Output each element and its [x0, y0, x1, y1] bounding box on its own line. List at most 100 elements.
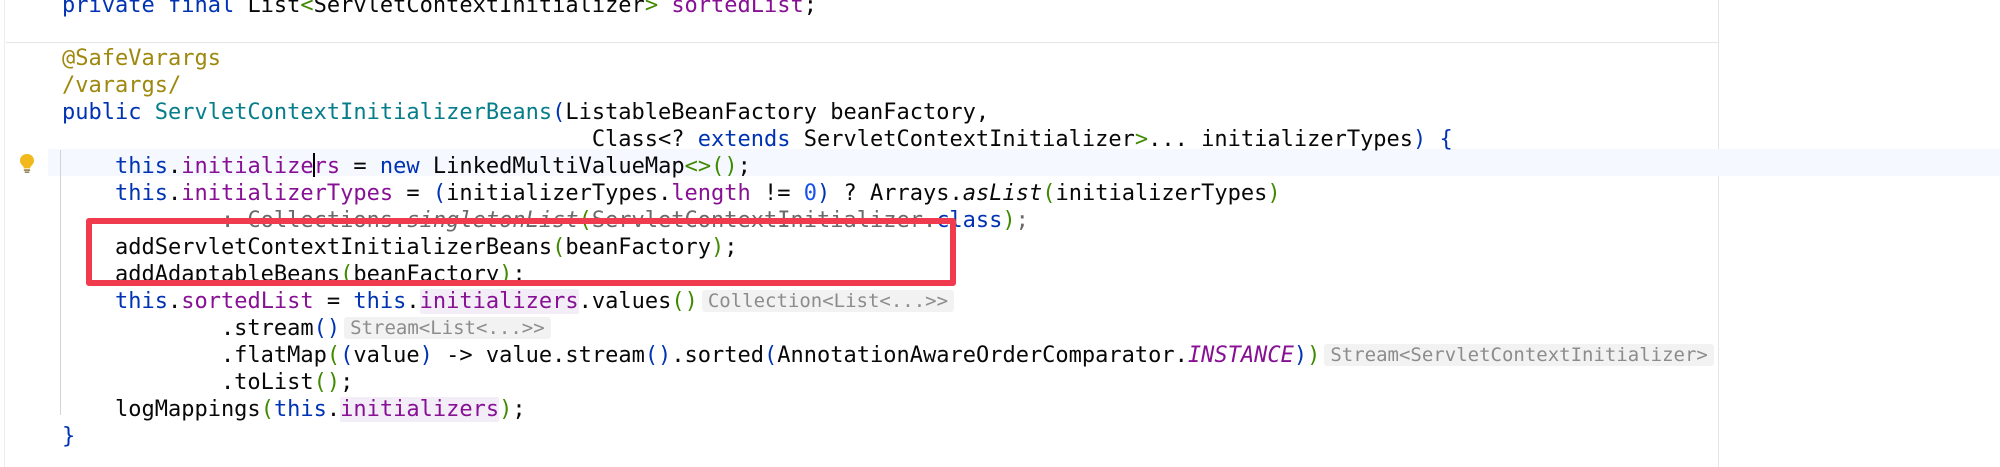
code-line-line-log-mappings[interactable]: logMappings(this.initializers);: [62, 396, 526, 423]
code-token: ): [1267, 181, 1281, 206]
code-token: ;: [340, 370, 354, 395]
code-token: length: [671, 181, 751, 206]
code-line-line-tolist[interactable]: .toList();: [62, 369, 353, 396]
code-token: .stream: [62, 316, 314, 341]
code-token: .: [167, 289, 182, 314]
code-token: ServletContextInitializer: [803, 127, 1135, 152]
code-line-line-stream[interactable]: .stream() Stream<List<...>>: [62, 315, 551, 342]
code-token: .toList: [62, 370, 314, 395]
code-token: (: [764, 343, 778, 368]
gutter-divider: [4, 0, 5, 467]
code-token: (: [432, 181, 447, 206]
code-token: (): [313, 316, 341, 341]
code-token: ListableBeanFactory beanFactory,: [565, 100, 990, 125]
code-token: this: [114, 181, 168, 206]
code-token: =: [340, 154, 380, 179]
code-token: @SafeVarargs: [62, 46, 221, 71]
code-token: <: [300, 0, 314, 18]
code-token: }: [62, 424, 76, 449]
code-token: asList: [962, 181, 1043, 206]
code-line-line-sorted-list[interactable]: this.sortedList = this.initializers.valu…: [62, 288, 955, 315]
code-line-constructor-signature[interactable]: public ServletContextInitializerBeans(Li…: [62, 99, 989, 126]
code-token: (): [644, 343, 672, 368]
code-line-constructor-signature-cont[interactable]: Class<? extends ServletContextInitialize…: [62, 126, 1453, 153]
code-token: this: [114, 154, 168, 179]
code-token: initializerTypes: [181, 181, 394, 206]
code-token: .: [326, 397, 341, 422]
code-token: >: [644, 0, 659, 18]
code-token: private final: [62, 0, 248, 18]
code-token: initializerTypes.: [446, 181, 672, 206]
code-token: .values: [578, 289, 672, 314]
code-token: initializers: [340, 397, 500, 422]
code-token: ServletContextInitializerBeans: [154, 100, 553, 125]
code-token: (: [552, 100, 566, 125]
code-token: ): [1307, 343, 1321, 368]
code-token: .sorted: [671, 343, 765, 368]
code-token: .flatMap: [62, 343, 327, 368]
code-token: ): [817, 181, 831, 206]
code-token: ): [1002, 208, 1016, 233]
inlay-type-hint[interactable]: Collection<List<...>>: [701, 290, 955, 312]
code-token: sortedList: [181, 289, 314, 314]
indent-guide: [60, 150, 61, 415]
code-editor[interactable]: private final List<ServletContextInitial…: [0, 0, 2000, 467]
code-token: =: [313, 289, 354, 314]
code-token: (): [671, 289, 698, 314]
code-token: =: [393, 181, 433, 206]
code-token: (): [711, 154, 738, 179]
code-token: ServletContextInitializer: [313, 0, 645, 18]
code-token: Class<?: [591, 127, 698, 152]
inlay-type-hint[interactable]: Stream<List<...>>: [344, 317, 551, 339]
code-token: !=: [750, 181, 804, 206]
code-token: extends: [697, 127, 804, 152]
code-token: ;: [1015, 208, 1029, 233]
code-token: (: [1042, 181, 1056, 206]
code-token: ): [1293, 343, 1308, 368]
code-line-line-close-brace[interactable]: }: [62, 423, 75, 450]
lightbulb-icon[interactable]: [16, 152, 38, 174]
code-line-line-initializer-types[interactable]: this.initializerTypes = (initializerType…: [62, 180, 1281, 207]
code-token: (: [260, 397, 274, 422]
code-token: 0: [803, 181, 818, 206]
code-token: /varargs/: [62, 73, 182, 98]
code-token: ) {: [1413, 127, 1453, 152]
code-token: this: [114, 289, 168, 314]
code-token: (: [340, 343, 354, 368]
code-token: initializers: [419, 289, 579, 314]
code-token: LinkedMultiValueMap: [432, 154, 685, 179]
code-token: .: [167, 154, 182, 179]
method-separator: [6, 42, 1718, 43]
code-token: List: [247, 0, 301, 18]
code-token: ;: [803, 0, 818, 18]
code-token: public: [62, 100, 155, 125]
inlay-type-hint[interactable]: Stream<ServletContextInitializer>: [1324, 344, 1714, 366]
code-line-line-flatmap[interactable]: .flatMap((value) -> value.stream().sorte…: [62, 342, 1714, 369]
right-margin-guide: [1718, 0, 1719, 467]
code-line-annotation-safevarargs[interactable]: @SafeVarargs: [62, 45, 221, 72]
code-line-field-decl[interactable]: private final List<ServletContextInitial…: [62, 0, 817, 19]
code-token: initialize: [181, 154, 314, 179]
code-token: (: [326, 343, 341, 368]
code-token: rs: [313, 154, 341, 179]
code-token: ;: [512, 397, 526, 422]
highlight-annotation-box: [86, 218, 956, 286]
code-line-comment-varargs[interactable]: /varargs/: [62, 72, 181, 99]
code-line-line-initializers-assign[interactable]: this.initializers = new LinkedMultiValue…: [62, 153, 751, 180]
code-token: ): [499, 397, 513, 422]
code-token: sortedList: [671, 0, 804, 18]
code-token: .: [406, 289, 420, 314]
code-token: .: [167, 181, 182, 206]
code-token: <>: [684, 154, 712, 179]
code-token: ;: [737, 154, 751, 179]
code-token: value: [353, 343, 420, 368]
code-token: AnnotationAwareOrderComparator.: [777, 343, 1188, 368]
code-token: -> value.stream: [432, 343, 645, 368]
code-token: this: [353, 289, 407, 314]
code-token: ? Arrays.: [830, 181, 963, 206]
code-token: INSTANCE: [1187, 343, 1294, 368]
